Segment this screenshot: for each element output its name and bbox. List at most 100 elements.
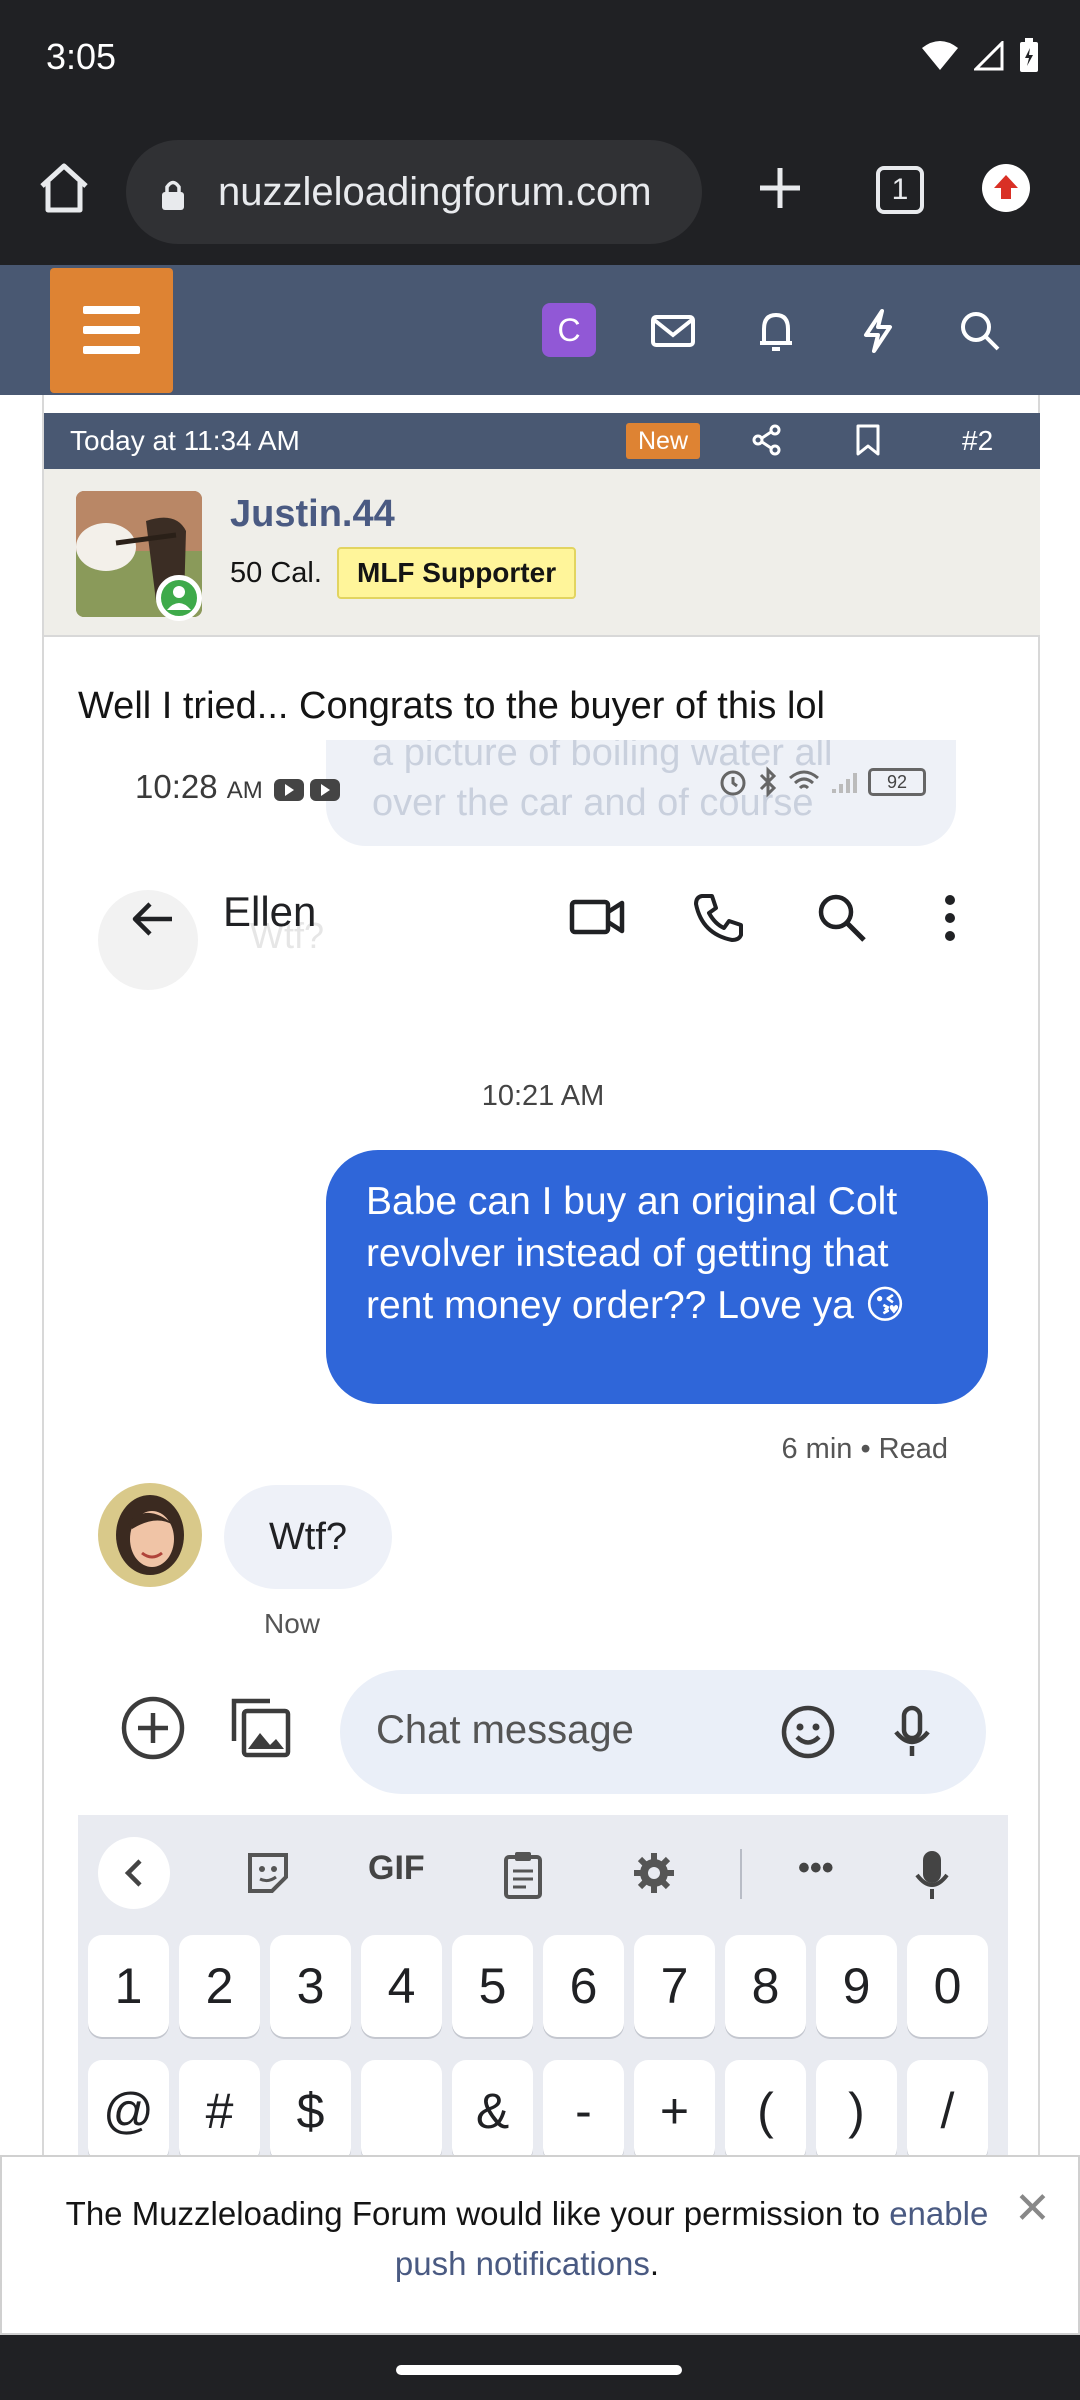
more-vert-icon[interactable] (940, 890, 960, 946)
voice-input-icon[interactable] (914, 1849, 950, 1901)
menu-bar (83, 306, 140, 314)
emoji-icon[interactable] (780, 1704, 836, 1760)
search-icon[interactable] (814, 890, 870, 946)
key[interactable]: / (907, 2060, 988, 2155)
composer-placeholder: Chat message (376, 1708, 634, 1752)
system-status-bar: 3:05 (0, 0, 1080, 120)
key[interactable]: 1 (88, 1935, 169, 2037)
key[interactable]: 5 (452, 1935, 533, 2037)
outgoing-message-bubble[interactable]: Babe can I buy an original Colt revolver… (326, 1150, 988, 1404)
conversation-timestamp: 10:21 AM (481, 1080, 605, 1112)
push-notification-prompt: The Muzzleloading Forum would like your … (0, 2155, 1080, 2335)
author-name[interactable]: Justin.44 (230, 493, 395, 536)
message-status: 6 min • Read (781, 1433, 948, 1465)
settings-gear-icon[interactable] (630, 1849, 678, 1897)
phone-status-icons: 92 (718, 766, 926, 798)
menu-bar (83, 326, 140, 334)
status-icons (920, 38, 1040, 74)
lock-icon (162, 180, 184, 210)
key[interactable]: 6 (543, 1935, 624, 2037)
account-avatar[interactable]: C (542, 303, 596, 357)
add-attachment-icon[interactable] (120, 1695, 186, 1761)
push-prompt-period: . (649, 2245, 660, 2282)
inbox-icon[interactable] (647, 305, 699, 357)
toolbar-divider (740, 1849, 742, 1899)
key[interactable]: @ (88, 2060, 169, 2155)
key[interactable]: 4 (361, 1935, 442, 2037)
chevron-left-icon (124, 1859, 142, 1887)
push-prompt-text: The Muzzleloading Forum would like your … (42, 2189, 1012, 2289)
signal-icon (974, 41, 1004, 71)
bookmark-icon[interactable] (854, 423, 882, 457)
key[interactable]: + (634, 2060, 715, 2155)
share-icon[interactable] (750, 423, 784, 457)
author-title: 50 Cal. (230, 557, 322, 589)
browser-toolbar: nuzzleloadingforum.com 1 (0, 120, 1080, 265)
phone-clock-suffix: AM (226, 777, 263, 804)
bell-icon[interactable] (750, 305, 802, 357)
wifi-icon (922, 41, 958, 70)
online-status-icon (156, 575, 202, 621)
sticker-icon[interactable] (244, 1849, 292, 1897)
key[interactable]: 3 (270, 1935, 351, 2037)
key[interactable]: 8 (725, 1935, 806, 2037)
post-header: Today at 11:34 AM New #2 (44, 413, 1040, 469)
back-arrow-icon[interactable] (126, 892, 180, 946)
forum-post: Today at 11:34 AM New #2 Justin.44 50 Ca… (42, 395, 1040, 2155)
key[interactable]: ) (816, 2060, 897, 2155)
search-icon[interactable] (954, 305, 1006, 357)
contact-name[interactable]: Ellen (223, 888, 316, 936)
keyboard-collapse-button[interactable] (98, 1837, 170, 1909)
number-key-row: 1 2 3 4 5 6 7 8 9 0 (88, 1935, 988, 2037)
keyboard-toolbar: GIF ••• (78, 1825, 1008, 1921)
incoming-message-time: Now (264, 1608, 321, 1639)
forum-header: C (0, 265, 1080, 395)
youtube-icon (273, 779, 340, 802)
video-call-icon[interactable] (568, 890, 628, 944)
post-timestamp[interactable]: Today at 11:34 AM (70, 425, 300, 457)
contact-avatar[interactable] (98, 1483, 202, 1587)
key[interactable] (361, 2060, 442, 2155)
gallery-icon[interactable] (226, 1695, 294, 1763)
clock: 3:05 (46, 36, 117, 77)
clipboard-icon[interactable] (502, 1849, 544, 1899)
alarm-icon (720, 770, 746, 796)
key[interactable]: - (543, 2060, 624, 2155)
battery-charging-icon (1020, 38, 1038, 72)
microphone-icon[interactable] (892, 1704, 932, 1760)
bluetooth-icon (759, 766, 777, 798)
key[interactable]: 7 (634, 1935, 715, 2037)
tab-switcher-button[interactable]: 1 (876, 166, 924, 214)
menu-bar (83, 346, 140, 354)
gif-button[interactable]: GIF (368, 1849, 425, 1888)
phone-call-icon[interactable] (690, 890, 746, 946)
home-gesture-handle[interactable] (396, 2365, 682, 2375)
lightning-icon[interactable] (852, 305, 904, 357)
new-badge: New (626, 423, 700, 459)
attached-screenshot[interactable]: a picture of boiling water all over the … (78, 740, 1008, 2155)
close-icon[interactable]: ✕ (1014, 2183, 1051, 2234)
key[interactable]: 0 (907, 1935, 988, 2037)
signal-icon (832, 773, 857, 793)
hamburger-menu-button[interactable] (50, 268, 173, 393)
home-icon[interactable] (36, 160, 92, 216)
key[interactable]: $ (270, 2060, 351, 2155)
address-bar[interactable]: nuzzleloadingforum.com (126, 140, 702, 244)
more-options-button[interactable]: ••• (798, 1849, 834, 1888)
gesture-nav-bar (0, 2335, 1080, 2400)
key[interactable]: 9 (816, 1935, 897, 2037)
key[interactable]: ( (725, 2060, 806, 2155)
phone-clock: 10:28 AM (135, 768, 342, 806)
incoming-message-bubble[interactable]: Wtf? (224, 1485, 392, 1589)
post-number[interactable]: #2 (962, 425, 993, 457)
key[interactable]: 2 (179, 1935, 260, 2037)
profile-update-icon[interactable] (980, 162, 1032, 214)
onscreen-keyboard: GIF ••• 1 2 3 4 5 6 7 8 9 0 @ # $ & - + … (78, 1815, 1008, 2155)
wifi-icon (789, 770, 819, 790)
battery-indicator: 92 (868, 768, 926, 796)
push-prompt-message: The Muzzleloading Forum would like your … (65, 2195, 890, 2232)
chat-message-input[interactable]: Chat message (340, 1670, 986, 1794)
key[interactable]: # (179, 2060, 260, 2155)
new-tab-icon[interactable] (752, 160, 808, 216)
key[interactable]: & (452, 2060, 533, 2155)
